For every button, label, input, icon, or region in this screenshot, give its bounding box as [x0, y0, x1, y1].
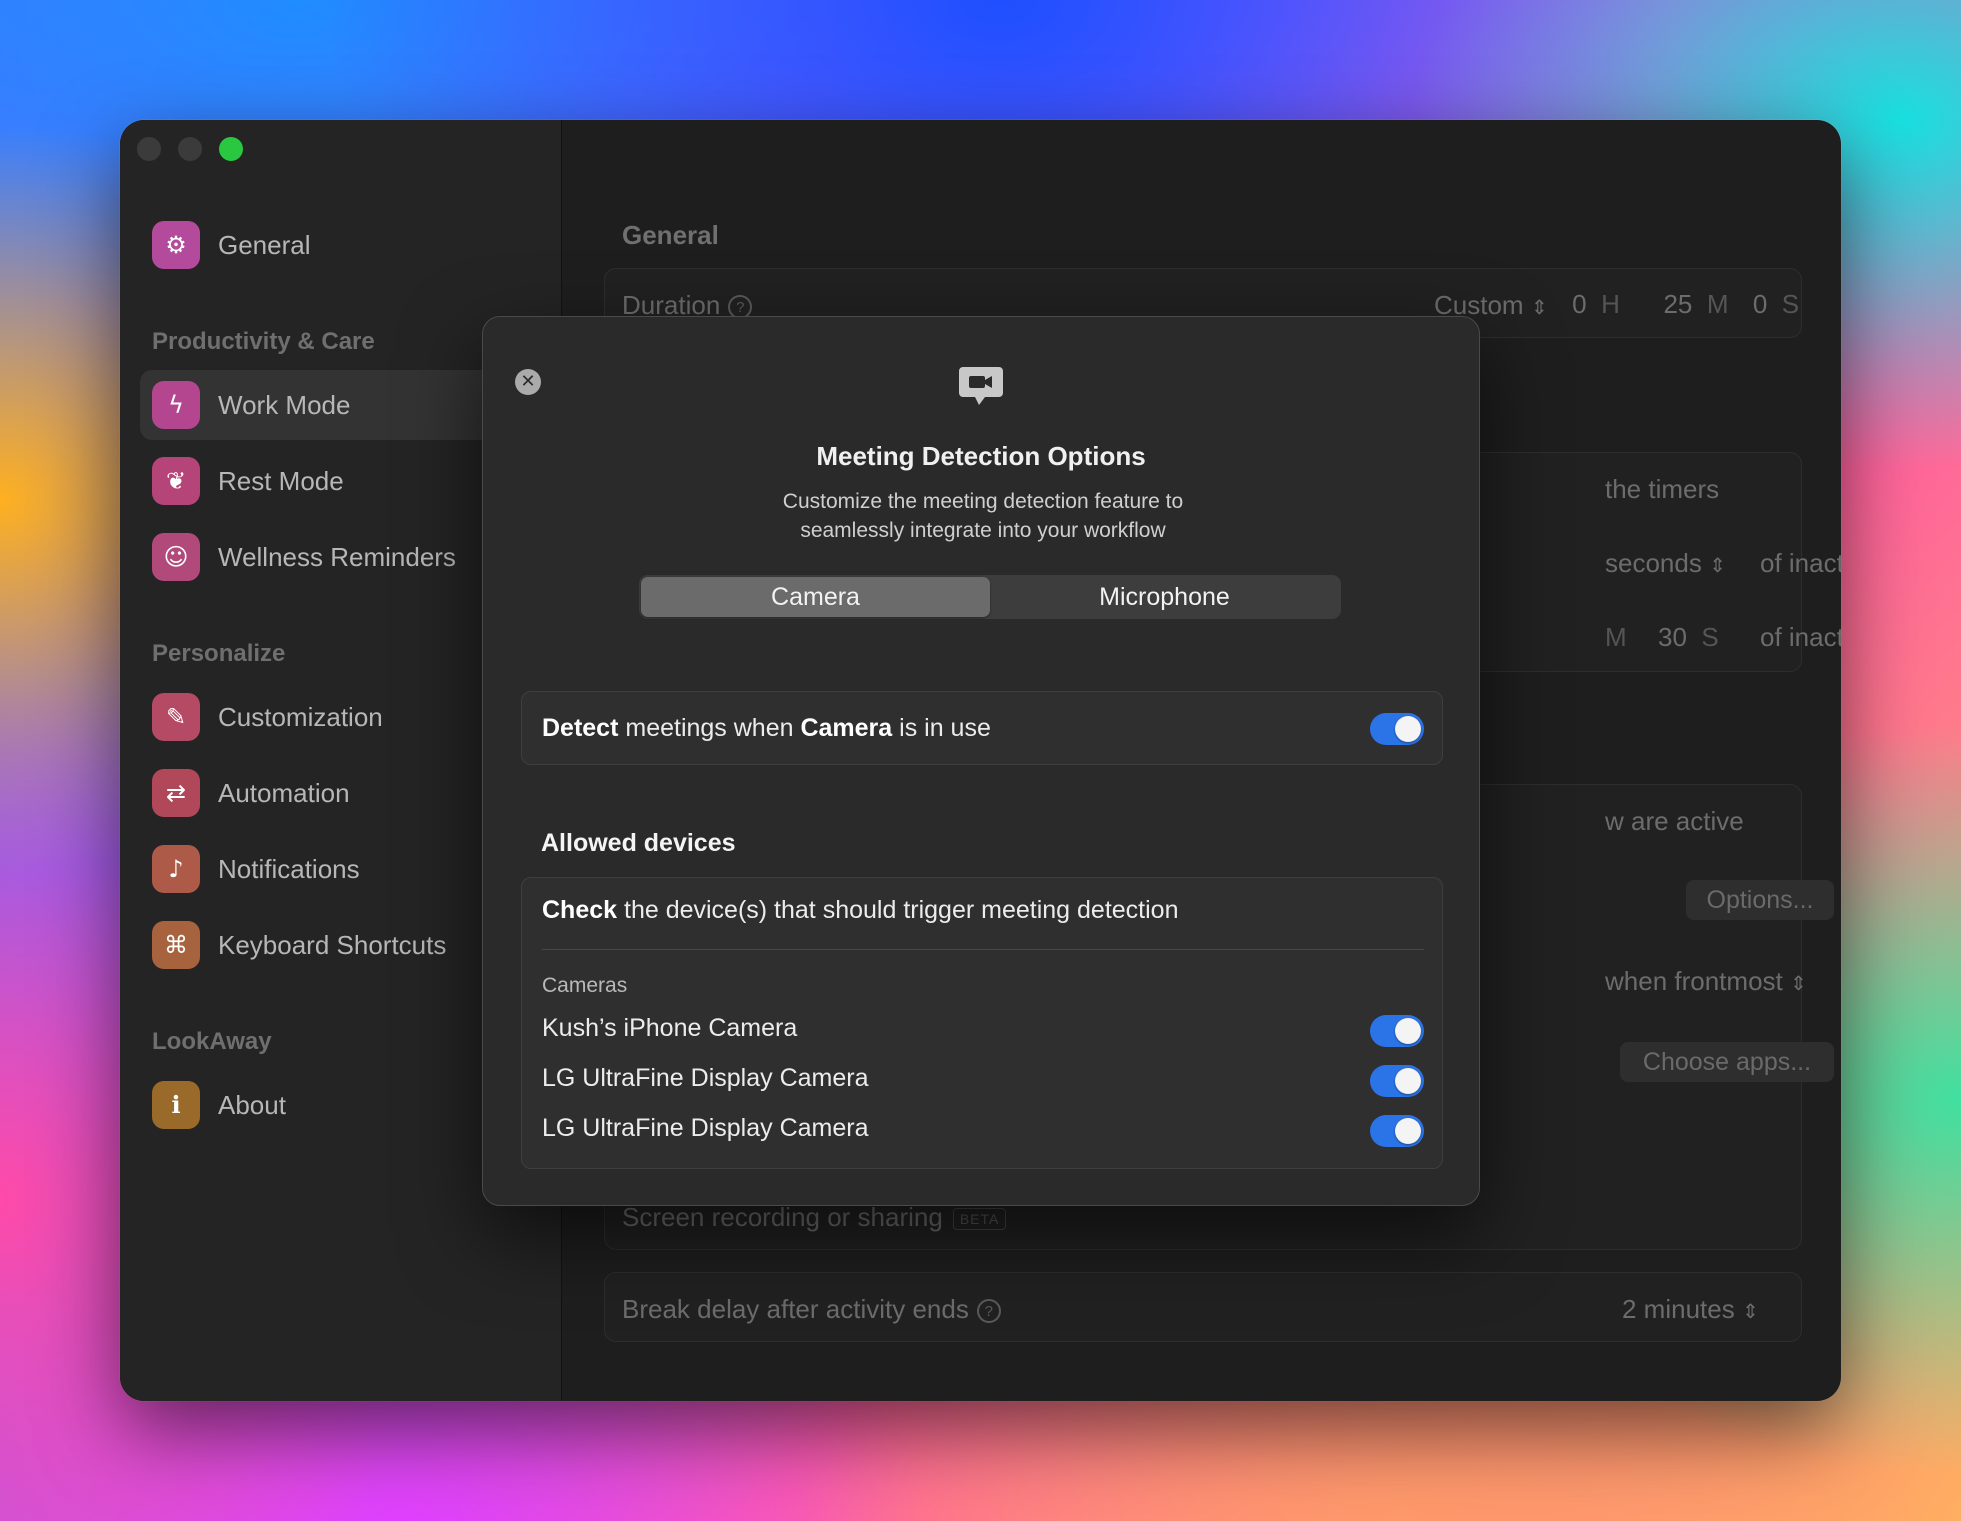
section-heading-general: General — [622, 220, 719, 250]
info-icon: ℹ — [152, 1081, 200, 1129]
close-icon[interactable]: ✕ — [515, 369, 541, 395]
active-text: w are active — [1605, 806, 1744, 836]
sidebar-item-label: Notifications — [218, 853, 360, 884]
break-delay-label: Break delay after activity ends? — [622, 1294, 1001, 1325]
updown-chevron-icon: ⇕ — [1530, 297, 1548, 319]
updown-chevron-icon: ⇕ — [1709, 555, 1726, 577]
choose-apps-button[interactable]: Choose apps... — [1620, 1042, 1834, 1082]
break-delay-select[interactable]: 2 minutes ⇕ — [1622, 1294, 1759, 1325]
updown-chevron-icon: ⇕ — [1789, 973, 1807, 995]
tab-camera[interactable]: Camera — [641, 577, 990, 617]
minutes-unit: M — [1605, 622, 1627, 652]
minutes-field[interactable]: 25 M — [1656, 284, 1736, 324]
sidebar-item-label: Automation — [218, 777, 350, 808]
figure-icon: ☺ — [152, 533, 200, 581]
bolt-icon: ϟ — [152, 381, 200, 429]
timers-text: the timers — [1605, 474, 1720, 504]
device-name: Kush’s iPhone Camera — [542, 1014, 798, 1042]
bell-icon: ♪ — [152, 845, 200, 893]
device-toggle[interactable] — [1370, 1065, 1424, 1097]
sidebar-item-label: General — [218, 229, 311, 260]
close-window-button[interactable] — [137, 137, 161, 161]
seconds-select[interactable]: seconds ⇕ — [1605, 548, 1726, 579]
meeting-detection-dialog: ✕ Meeting Detection Options Customize th… — [482, 316, 1480, 1206]
device-toggle[interactable] — [1370, 1015, 1424, 1047]
detect-meetings-label: Detect meetings when Camera is in use — [542, 714, 991, 742]
zoom-window-button[interactable] — [219, 137, 243, 161]
beta-badge: BETA — [952, 1208, 1007, 1231]
sidebar-item-general[interactable]: ⚙ General — [140, 210, 560, 280]
sidebar-section-heading: Productivity & Care — [152, 328, 375, 355]
gear-icon: ⚙ — [152, 221, 200, 269]
dialog-title: Meeting Detection Options — [816, 441, 1146, 471]
minimize-window-button[interactable] — [178, 137, 202, 161]
frontmost-select[interactable]: when frontmost ⇕ — [1605, 966, 1807, 997]
sidebar-item-label: Work Mode — [218, 389, 351, 420]
detect-meetings-row: Detect meetings when Camera is in use — [521, 691, 1443, 765]
sidebar-item-label: Wellness Reminders — [218, 541, 456, 572]
inactivity-label: of inactivity — [1760, 548, 1841, 578]
sidebar-section-heading: LookAway — [152, 1028, 272, 1055]
divider — [542, 949, 1424, 950]
sidebar-item-label: About — [218, 1089, 286, 1120]
command-icon: ⌘ — [152, 921, 200, 969]
idle-seconds-field[interactable]: 30 S — [1658, 622, 1719, 653]
device-name: LG UltraFine Display Camera — [542, 1064, 869, 1092]
seconds-field[interactable]: 0 S — [1746, 284, 1806, 324]
sidebar-item-label: Keyboard Shortcuts — [218, 929, 447, 960]
leaf-icon: ❦ — [152, 457, 200, 505]
detect-meetings-toggle[interactable] — [1370, 713, 1424, 745]
options-button[interactable]: Options... — [1686, 880, 1834, 920]
repeat-icon: ⇄ — [152, 769, 200, 817]
allowed-devices-card: Check the device(s) that should trigger … — [521, 877, 1443, 1169]
hours-field[interactable]: 0 H — [1566, 284, 1626, 324]
tab-microphone[interactable]: Microphone — [990, 577, 1339, 617]
video-bubble-icon — [959, 367, 1003, 405]
device-name: LG UltraFine Display Camera — [542, 1114, 869, 1142]
sidebar-section-heading: Personalize — [152, 640, 286, 667]
window-controls — [137, 137, 243, 161]
screen-recording-label: Screen recording or sharing BETA — [622, 1202, 1007, 1233]
sidebar-item-label: Customization — [218, 701, 383, 732]
device-toggle[interactable] — [1370, 1115, 1424, 1147]
sidebar-item-label: Rest Mode — [218, 465, 344, 496]
check-devices-instructions: Check the device(s) that should trigger … — [542, 896, 1179, 924]
source-segmented-control: Camera Microphone — [639, 575, 1341, 619]
help-icon[interactable]: ? — [976, 1299, 1001, 1324]
brush-icon: ✎ — [152, 693, 200, 741]
updown-chevron-icon: ⇕ — [1741, 1301, 1759, 1323]
dialog-subtitle: Customize the meeting detection feature … — [782, 490, 1184, 542]
cameras-heading: Cameras — [542, 974, 628, 997]
inactivity-label: of inactivity — [1760, 622, 1841, 652]
allowed-devices-heading: Allowed devices — [541, 829, 736, 857]
